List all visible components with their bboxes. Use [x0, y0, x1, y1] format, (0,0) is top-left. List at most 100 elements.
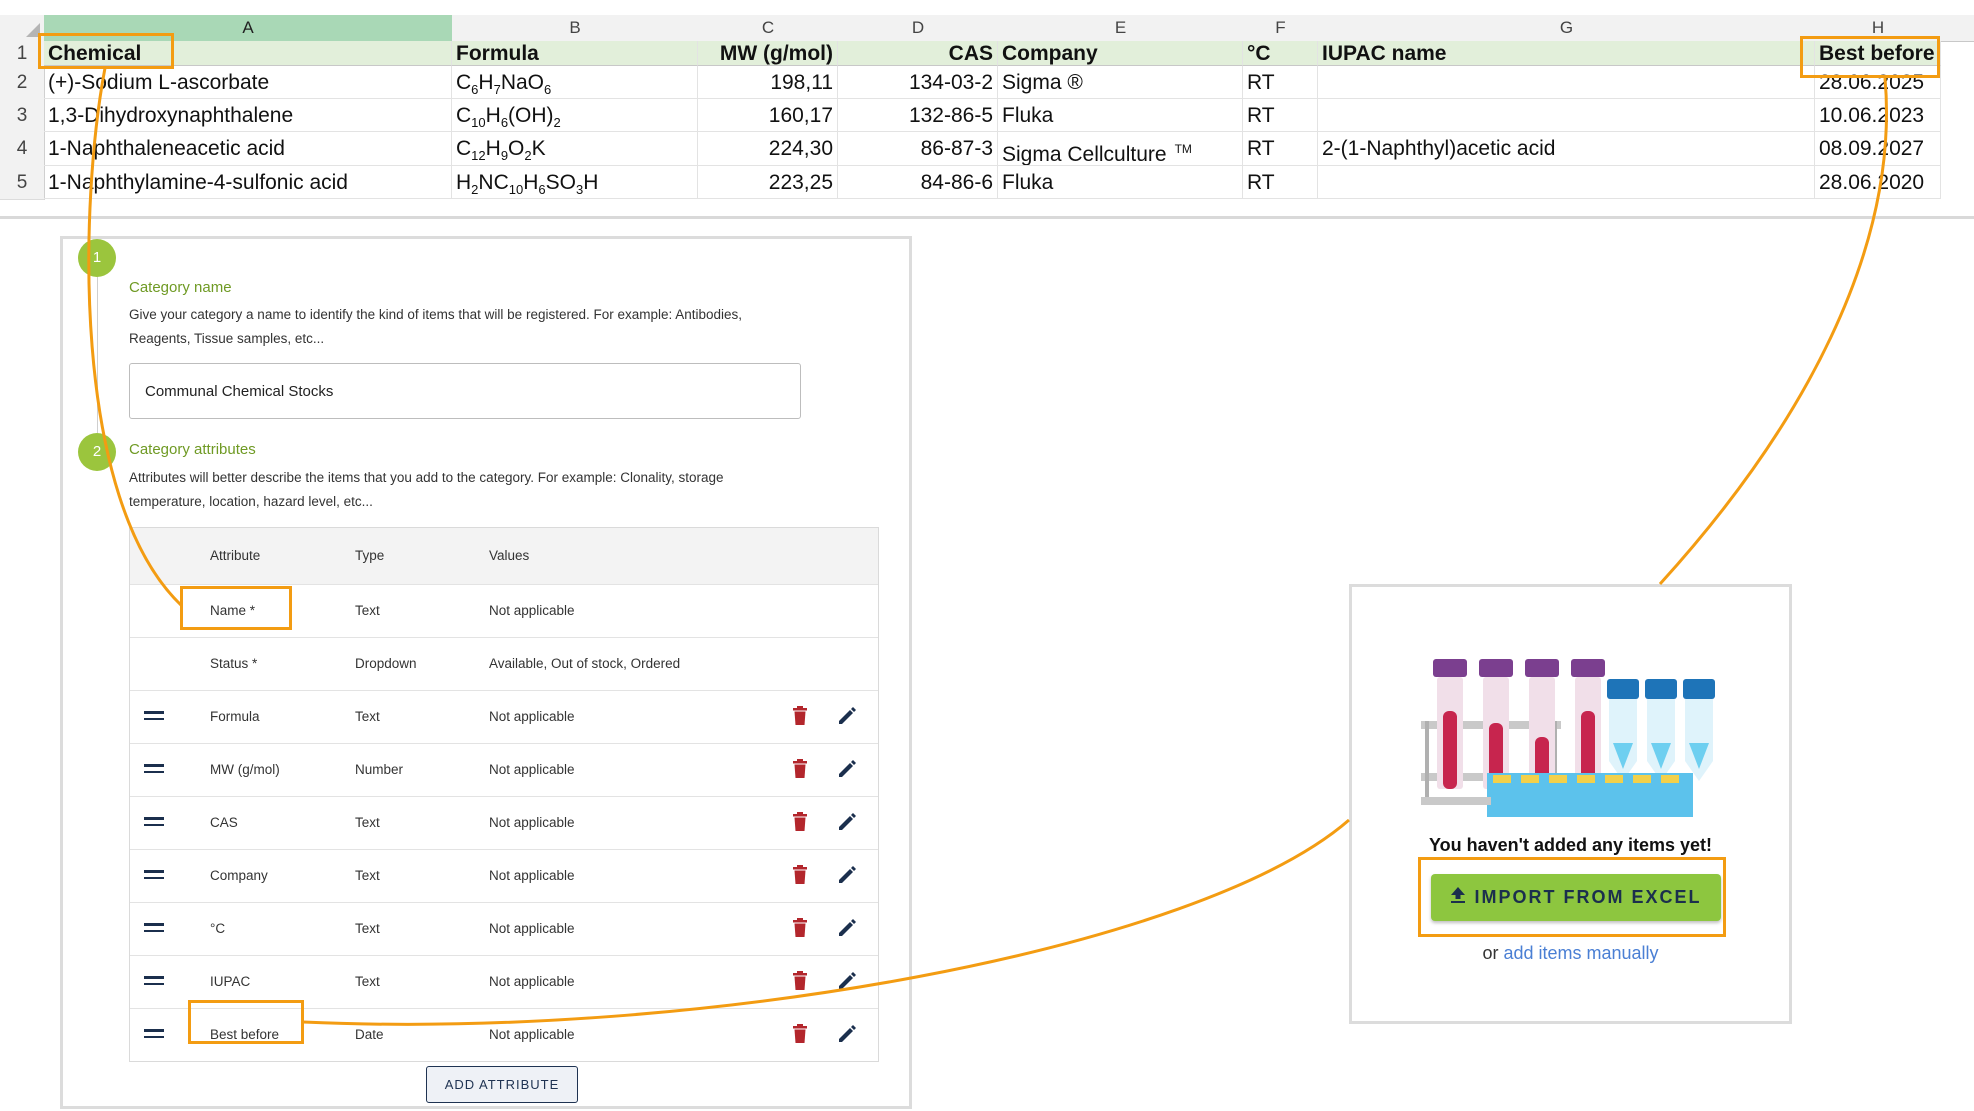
- cell-chemical[interactable]: 1-Naphthaleneacetic acid: [44, 132, 452, 166]
- attribute-name: MW (g/mol): [210, 762, 280, 777]
- header-type: Type: [355, 548, 385, 563]
- column-header-e[interactable]: E: [998, 15, 1244, 42]
- cell-chemical[interactable]: 1,3-Dihydroxynaphthalene: [44, 99, 452, 132]
- trash-icon[interactable]: [792, 812, 808, 837]
- attribute-name: Formula: [210, 709, 260, 724]
- pencil-icon[interactable]: [837, 706, 857, 731]
- drag-handle-icon[interactable]: [144, 1029, 164, 1041]
- cell-chemical[interactable]: 1-Naphthylamine-4-sulfonic acid: [44, 166, 452, 199]
- cell-iupac[interactable]: 2-(1-Naphthyl)acetic acid: [1318, 132, 1815, 166]
- trash-icon[interactable]: [792, 759, 808, 784]
- highlight-name-attribute: [180, 586, 292, 630]
- pencil-icon[interactable]: [837, 759, 857, 784]
- add-items-manually-link[interactable]: add items manually: [1503, 943, 1658, 963]
- add-attribute-button[interactable]: ADD ATTRIBUTE: [426, 1066, 578, 1103]
- cell-iupac[interactable]: [1318, 66, 1815, 99]
- column-header-c[interactable]: C: [698, 15, 839, 42]
- drag-handle-icon[interactable]: [144, 817, 164, 829]
- cell-company[interactable]: Sigma Cellculture TM: [998, 132, 1243, 166]
- column-header-b[interactable]: B: [452, 15, 699, 42]
- sheet-header-cell-d[interactable]: CAS: [838, 41, 998, 66]
- cell-cas[interactable]: 86-87-3: [838, 132, 998, 166]
- drag-handle-icon[interactable]: [144, 764, 164, 776]
- cell-cas[interactable]: 84-86-6: [838, 166, 998, 199]
- cell-formula[interactable]: C6H7NaO6: [452, 66, 698, 99]
- pencil-icon[interactable]: [837, 918, 857, 943]
- cell-mw[interactable]: 224,30: [698, 132, 838, 166]
- trash-icon[interactable]: [792, 1024, 808, 1049]
- attribute-values: Not applicable: [489, 974, 575, 989]
- attribute-type: Text: [355, 603, 380, 618]
- attribute-row: Company Text Not applicable: [130, 850, 878, 903]
- attributes-table-header: Attribute Type Values: [130, 528, 878, 585]
- header-attribute: Attribute: [210, 548, 261, 563]
- drag-handle-icon[interactable]: [144, 976, 164, 988]
- attribute-name: Company: [210, 868, 268, 883]
- cell-best[interactable]: 28.06.2020: [1815, 166, 1941, 199]
- formula-subscript: 6: [544, 82, 552, 98]
- cell-iupac[interactable]: [1318, 99, 1815, 132]
- column-header-g[interactable]: G: [1318, 15, 1816, 42]
- cell-mw[interactable]: 198,11: [698, 66, 838, 99]
- test-tubes-illustration: [1421, 659, 1715, 817]
- sheet-header-cell-f[interactable]: °C: [1243, 41, 1318, 66]
- pencil-icon[interactable]: [837, 1024, 857, 1049]
- step-2-badge: 2: [78, 433, 116, 471]
- highlight-chemical-header: [38, 33, 174, 69]
- cell-temp[interactable]: RT: [1243, 132, 1318, 166]
- add-manually-row: or add items manually: [1352, 943, 1789, 964]
- sheet-header-cell-b[interactable]: Formula: [452, 41, 698, 66]
- drag-handle-icon[interactable]: [144, 923, 164, 935]
- highlight-best-before-header: [1800, 36, 1940, 78]
- trash-icon[interactable]: [792, 971, 808, 996]
- cell-temp[interactable]: RT: [1243, 66, 1318, 99]
- trash-icon[interactable]: [792, 706, 808, 731]
- formula-subscript: 10: [508, 182, 524, 198]
- pencil-icon[interactable]: [837, 865, 857, 890]
- attribute-values: Not applicable: [489, 709, 575, 724]
- spreadsheet: ABCDEFGH 1 2 3 4 5 Chemical Formula MW (g/mol) C…: [0, 0, 1974, 219]
- cell-temp[interactable]: RT: [1243, 99, 1318, 132]
- cell-company[interactable]: Sigma ®: [998, 66, 1243, 99]
- sheet-header-cell-c[interactable]: MW (g/mol): [698, 41, 838, 66]
- row-header-2[interactable]: 2: [0, 66, 45, 100]
- column-header-f[interactable]: F: [1243, 15, 1319, 42]
- trash-icon[interactable]: [792, 918, 808, 943]
- pencil-icon[interactable]: [837, 971, 857, 996]
- attribute-row: Formula Text Not applicable: [130, 691, 878, 744]
- row-header-3[interactable]: 3: [0, 99, 45, 133]
- drag-handle-icon[interactable]: [144, 870, 164, 882]
- cell-temp[interactable]: RT: [1243, 166, 1318, 199]
- cell-chemical[interactable]: (+)-Sodium L-ascorbate: [44, 66, 452, 99]
- cell-best[interactable]: 08.09.2027: [1815, 132, 1941, 166]
- category-name-input[interactable]: [129, 363, 801, 419]
- cell-formula[interactable]: C12H9O2K: [452, 132, 698, 166]
- drag-handle-icon[interactable]: [144, 711, 164, 723]
- cell-formula[interactable]: H2NC10H6SO3H: [452, 166, 698, 199]
- row-header-5[interactable]: 5: [0, 166, 45, 200]
- cell-mw[interactable]: 160,17: [698, 99, 838, 132]
- column-header-filler: [1941, 15, 1974, 42]
- cell-company[interactable]: Fluka: [998, 166, 1243, 199]
- pencil-icon[interactable]: [837, 812, 857, 837]
- sheet-header-cell-g[interactable]: IUPAC name: [1318, 41, 1815, 66]
- company-name: Sigma Cellculture: [1002, 143, 1167, 166]
- cell-company[interactable]: Fluka: [998, 99, 1243, 132]
- cell-iupac[interactable]: [1318, 166, 1815, 199]
- step-1-description-line-1: Give your category a name to identify th…: [129, 307, 743, 322]
- row-header-4[interactable]: 4: [0, 132, 45, 167]
- cell-mw[interactable]: 223,25: [698, 166, 838, 199]
- formula-part: H: [456, 171, 472, 194]
- column-header-d[interactable]: D: [838, 15, 999, 42]
- formula-part: (OH): [508, 104, 554, 127]
- column-headers: ABCDEFGH: [0, 15, 1974, 43]
- sheet-header-cell-e[interactable]: Company: [998, 41, 1243, 66]
- cell-formula[interactable]: C10H6(OH)2: [452, 99, 698, 132]
- cell-cas[interactable]: 134-03-2: [838, 66, 998, 99]
- cell-best[interactable]: 10.06.2023: [1815, 99, 1941, 132]
- cell-cas[interactable]: 132-86-5: [838, 99, 998, 132]
- trash-icon[interactable]: [792, 865, 808, 890]
- attribute-values: Not applicable: [489, 921, 575, 936]
- attribute-values: Not applicable: [489, 815, 575, 830]
- formula-subscript: 6: [538, 182, 546, 198]
